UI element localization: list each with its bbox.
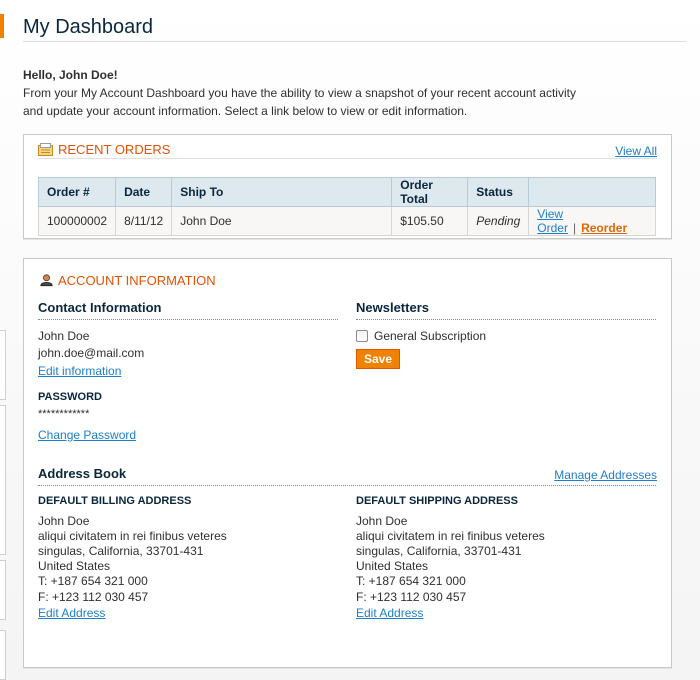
save-button[interactable]: Save	[356, 349, 400, 369]
column-header-actions	[528, 177, 656, 207]
contact-information-title: Contact Information	[38, 300, 338, 320]
change-password-link[interactable]: Change Password	[38, 428, 136, 443]
shipping-phone: T: +187 654 321 000	[356, 574, 466, 588]
order-ship-to: John Doe	[171, 206, 393, 236]
reorder-link[interactable]: Reorder	[581, 221, 627, 235]
table-header-row: Order # Date Ship To Order Total Status	[37, 177, 656, 207]
sidebar-edge	[0, 330, 6, 400]
view-all-link[interactable]: View All	[615, 144, 657, 158]
page-title: My Dashboard	[23, 16, 154, 38]
edit-information-link[interactable]: Edit information	[38, 364, 121, 379]
sidebar-edge	[0, 405, 6, 555]
edit-shipping-address-link[interactable]: Edit Address	[356, 606, 423, 621]
general-subscription-checkbox[interactable]	[356, 330, 368, 342]
password-title: Password	[38, 391, 102, 403]
recent-orders-table: Order # Date Ship To Order Total Status …	[37, 177, 656, 236]
recent-orders-header: Recent Orders View All	[38, 135, 657, 159]
recent-orders-title: Recent Orders	[58, 142, 171, 157]
billing-fax: F: +123 112 030 457	[38, 590, 149, 604]
user-icon	[40, 274, 53, 287]
column-header-ship-to: Ship To	[171, 177, 393, 207]
password-mask: ************	[38, 408, 90, 420]
shipping-country: United States	[356, 559, 429, 573]
main-content: My Dashboard Hello, John Doe! From your …	[14, 0, 700, 120]
account-information-title: Account Information	[58, 273, 216, 288]
view-order-link[interactable]: View Order	[537, 207, 568, 235]
contact-email: john.doe@mail.com	[38, 346, 145, 360]
order-status: Pending	[467, 206, 530, 236]
column-header-status: Status	[467, 177, 530, 207]
order-number: 100000002	[37, 206, 117, 236]
billing-country: United States	[38, 559, 111, 573]
general-subscription-label: General Subscription	[374, 329, 487, 343]
shipping-name: John Doe	[356, 514, 408, 528]
welcome-message: Hello, John Doe! From your My Account Da…	[23, 66, 583, 120]
billing-city: singulas, California, 33701-431	[38, 544, 204, 558]
welcome-greeting: Hello, John Doe!	[23, 68, 118, 82]
order-total: $105.50	[391, 206, 469, 236]
edit-billing-address-link[interactable]: Edit Address	[38, 606, 105, 621]
table-row: 100000002 8/11/12 John Doe $105.50 Pendi…	[37, 206, 656, 236]
order-date: 8/11/12	[115, 206, 173, 236]
action-separator: |	[572, 221, 577, 235]
order-actions: View Order | Reorder	[528, 206, 656, 236]
shipping-fax: F: +123 112 030 457	[356, 590, 467, 604]
sidebar-edge	[0, 560, 6, 620]
billing-phone: T: +187 654 321 000	[38, 574, 148, 588]
sidebar-edge-accent	[0, 14, 4, 38]
page-title-bar: My Dashboard	[23, 0, 686, 42]
billing-street: aliqui civitatem in rei finibus veteres	[38, 529, 227, 543]
newsletters-title: Newsletters	[356, 300, 656, 320]
shipping-address-title: Default Shipping Address	[356, 495, 518, 507]
account-information-box: Account Information Contact Information …	[23, 258, 672, 668]
shipping-city: singulas, California, 33701-431	[356, 544, 522, 558]
billing-name: John Doe	[38, 514, 90, 528]
recent-orders-box: Recent Orders View All Order # Date Ship…	[23, 134, 672, 239]
billing-address-title: Default Billing Address	[38, 495, 192, 507]
column-header-order: Order #	[37, 177, 117, 207]
orders-icon	[38, 143, 53, 156]
column-header-date: Date	[115, 177, 173, 207]
sidebar-edge	[0, 630, 6, 680]
shipping-street: aliqui civitatem in rei finibus veteres	[356, 529, 545, 543]
account-information-header: Account Information	[38, 259, 657, 288]
manage-addresses-link[interactable]: Manage Addresses	[554, 468, 657, 483]
column-header-order-total: Order Total	[391, 177, 469, 207]
welcome-text: From your My Account Dashboard you have …	[23, 86, 576, 118]
contact-name: John Doe	[38, 329, 90, 343]
